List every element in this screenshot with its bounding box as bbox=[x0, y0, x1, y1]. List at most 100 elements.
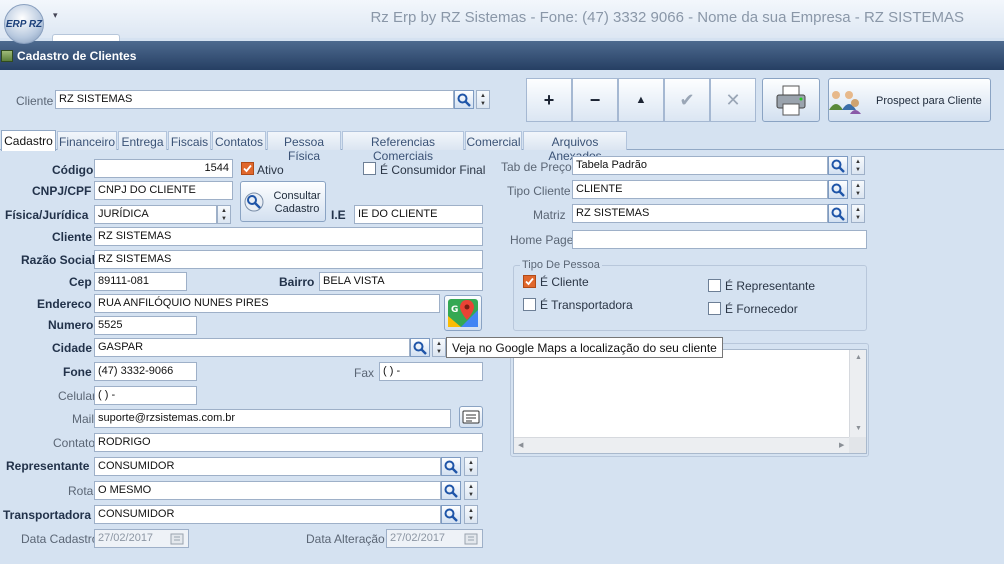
app-logo-icon[interactable]: ERP RZ bbox=[4, 4, 44, 44]
ie-field[interactable]: IE DO CLIENTE bbox=[354, 205, 483, 224]
ie-label: I.E bbox=[331, 208, 346, 222]
fisica-juridica-spinner[interactable]: ▲ ▼ bbox=[217, 205, 231, 224]
cidade-spinner[interactable]: ▲ ▼ bbox=[432, 338, 446, 357]
cep-field[interactable]: 89111-081 bbox=[94, 272, 187, 291]
tipo-cliente-label: Tipo Cliente bbox=[507, 184, 571, 198]
bairro-field[interactable]: BELA VISTA bbox=[319, 272, 483, 291]
e-representante-label: É Representante bbox=[725, 279, 816, 293]
people-icon bbox=[829, 91, 861, 114]
client-search-input[interactable]: RZ SISTEMAS bbox=[55, 90, 454, 109]
cliente-label: Cliente bbox=[52, 230, 93, 244]
vertical-scrollbar[interactable]: ▲ ▼ bbox=[849, 350, 866, 438]
cnpj-field[interactable]: CNPJ DO CLIENTE bbox=[94, 181, 233, 200]
fone-label: Fone bbox=[63, 365, 92, 379]
tab-fiscais[interactable]: Fiscais bbox=[168, 131, 211, 150]
matriz-spinner[interactable]: ▲ ▼ bbox=[851, 204, 865, 223]
fax-field[interactable]: ( ) - bbox=[379, 362, 483, 381]
send-mail-button[interactable] bbox=[459, 406, 483, 428]
e-fornecedor-checkbox[interactable] bbox=[708, 302, 721, 315]
tab-contatos[interactable]: Contatos bbox=[212, 131, 266, 150]
move-up-button[interactable]: ▲ bbox=[618, 78, 664, 122]
representante-spinner[interactable]: ▲ ▼ bbox=[464, 457, 478, 476]
mail-field[interactable]: suporte@rzsistemas.com.br bbox=[94, 409, 451, 428]
tab-referencias-comerciais[interactable]: Referencias Comerciais bbox=[342, 131, 464, 163]
tab-preco-field[interactable]: Tabela Padrão bbox=[572, 156, 828, 175]
confirm-button[interactable]: ✔ bbox=[664, 78, 710, 122]
search-icon bbox=[831, 183, 845, 197]
contato-field[interactable]: RODRIGO bbox=[94, 433, 483, 452]
razao-social-field[interactable]: RZ SISTEMAS bbox=[94, 250, 483, 269]
consult-search-icon bbox=[244, 192, 264, 212]
tab-preco-spinner[interactable]: ▲ ▼ bbox=[851, 156, 865, 175]
print-button[interactable] bbox=[762, 78, 820, 122]
search-icon bbox=[444, 484, 458, 498]
fisica-juridica-select[interactable]: JURÍDICA bbox=[94, 205, 217, 224]
rota-search-button[interactable] bbox=[441, 481, 461, 500]
scrollbar-corner bbox=[849, 437, 866, 453]
client-search-label: Cliente bbox=[16, 94, 54, 108]
cidade-field[interactable]: GASPAR bbox=[94, 338, 410, 357]
data-cadastro-label: Data Cadastro bbox=[21, 532, 99, 546]
tab-preco-search-button[interactable] bbox=[828, 156, 848, 175]
endereco-field[interactable]: RUA ANFILÓQUIO NUNES PIRES bbox=[94, 294, 440, 313]
e-cliente-checkbox[interactable] bbox=[523, 275, 536, 288]
fax-label: Fax bbox=[354, 366, 375, 380]
home-page-field[interactable] bbox=[572, 230, 867, 249]
tab-pessoa-fisica[interactable]: Pessoa Física bbox=[267, 131, 341, 163]
rota-field[interactable]: O MESMO bbox=[94, 481, 441, 500]
representante-field[interactable]: CONSUMIDOR bbox=[94, 457, 441, 476]
client-search-button[interactable] bbox=[454, 90, 474, 109]
module-title: Cadastro de Clientes bbox=[17, 49, 137, 63]
cidade-label: Cidade bbox=[52, 341, 93, 355]
e-representante-checkbox[interactable] bbox=[708, 279, 721, 292]
tipo-cliente-field[interactable]: CLIENTE bbox=[572, 180, 828, 199]
codigo-label: Código bbox=[52, 163, 94, 177]
cancel-button[interactable]: ✕ bbox=[710, 78, 756, 122]
tipo-cliente-search-button[interactable] bbox=[828, 180, 848, 199]
cliente-field[interactable]: RZ SISTEMAS bbox=[94, 227, 483, 246]
ativo-checkbox[interactable] bbox=[241, 162, 254, 175]
transportadora-field[interactable]: CONSUMIDOR bbox=[94, 505, 441, 524]
tab-arquivos-anexados[interactable]: Arquivos Anexados bbox=[523, 131, 627, 163]
e-fornecedor-label: É Fornecedor bbox=[725, 302, 798, 316]
svg-text:G: G bbox=[451, 305, 458, 315]
data-alteracao-label: Data Alteração bbox=[306, 532, 385, 546]
tab-comercial[interactable]: Comercial bbox=[465, 131, 522, 150]
cidade-search-button[interactable] bbox=[410, 338, 430, 357]
tab-cadastro[interactable]: Cadastro bbox=[1, 130, 56, 151]
quick-access-dropdown-icon[interactable]: ▾ bbox=[53, 10, 58, 21]
rota-spinner[interactable]: ▲ ▼ bbox=[464, 481, 478, 500]
razao-social-label: Razão Social bbox=[21, 253, 96, 267]
add-button[interactable]: + bbox=[526, 78, 572, 122]
tab-entrega[interactable]: Entrega bbox=[118, 131, 167, 150]
google-maps-icon: G bbox=[448, 299, 478, 327]
representante-search-button[interactable] bbox=[441, 457, 461, 476]
prospect-button-label: Prospect para Cliente bbox=[876, 95, 982, 107]
transportadora-spinner[interactable]: ▲ ▼ bbox=[464, 505, 478, 524]
app-title: Rz Erp by RZ Sistemas - Fone: (47) 3332 … bbox=[370, 9, 964, 26]
horizontal-scrollbar[interactable]: ◀ ▶ bbox=[514, 437, 850, 453]
consumidor-final-checkbox[interactable] bbox=[363, 162, 376, 175]
tab-financeiro[interactable]: Financeiro bbox=[57, 131, 117, 150]
mail-label: Mail bbox=[72, 412, 95, 426]
matriz-field[interactable]: RZ SISTEMAS bbox=[572, 204, 828, 223]
representante-label: Representante bbox=[6, 459, 90, 473]
module-header: Cadastro de Clientes bbox=[0, 41, 1004, 70]
client-search-spinner[interactable]: ▲ ▼ bbox=[476, 90, 490, 109]
cep-label: Cep bbox=[69, 275, 92, 289]
codigo-field[interactable]: 1544 bbox=[94, 159, 233, 178]
matriz-search-button[interactable] bbox=[828, 204, 848, 223]
observacoes-textarea[interactable]: ▲ ▼ ◀ ▶ bbox=[513, 349, 867, 454]
tipo-cliente-spinner[interactable]: ▲ ▼ bbox=[851, 180, 865, 199]
numero-field[interactable]: 5525 bbox=[94, 316, 197, 335]
transportadora-search-button[interactable] bbox=[441, 505, 461, 524]
google-maps-button[interactable]: G bbox=[444, 295, 482, 331]
bairro-label: Bairro bbox=[279, 275, 315, 289]
fone-field[interactable]: (47) 3332-9066 bbox=[94, 362, 197, 381]
remove-button[interactable]: − bbox=[572, 78, 618, 122]
prospect-to-client-button[interactable]: Prospect para Cliente bbox=[828, 78, 991, 122]
transportadora-label: Transportadora bbox=[3, 508, 92, 522]
consultar-cadastro-button[interactable]: Consultar Cadastro bbox=[240, 181, 326, 222]
e-transportadora-checkbox[interactable] bbox=[523, 298, 536, 311]
celular-field[interactable]: ( ) - bbox=[94, 386, 197, 405]
